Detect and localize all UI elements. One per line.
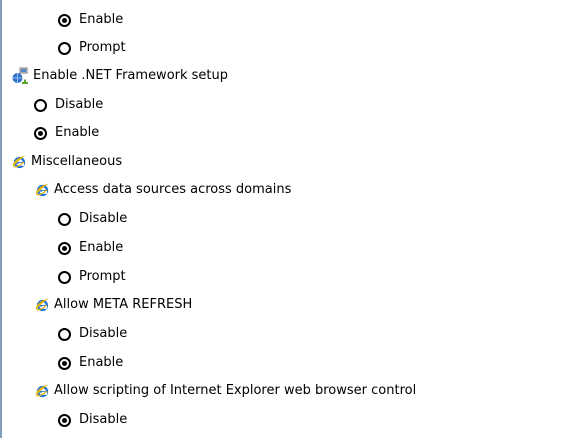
radio-unchecked-icon[interactable] bbox=[58, 212, 71, 226]
setting-group-label: Miscellaneous bbox=[31, 154, 123, 169]
radio-label: Enable bbox=[79, 355, 124, 370]
radio-option[interactable]: Prompt bbox=[58, 36, 126, 60]
radio-label: Prompt bbox=[79, 40, 126, 55]
security-settings-tree: Enable Prompt Enable .NET Framework setu… bbox=[0, 0, 569, 438]
radio-option[interactable]: Enable bbox=[58, 351, 123, 375]
radio-option[interactable]: Enable bbox=[34, 121, 99, 145]
setting-item-allow-scripting-ie-control: Allow scripting of Internet Explorer web… bbox=[34, 379, 416, 403]
radio-unchecked-icon[interactable] bbox=[58, 327, 71, 341]
radio-option[interactable]: Prompt bbox=[58, 265, 126, 289]
setting-group-label: Enable .NET Framework setup bbox=[33, 68, 229, 83]
radio-option[interactable]: Enable bbox=[58, 8, 123, 32]
radio-unchecked-icon[interactable] bbox=[34, 98, 47, 112]
radio-label: Disable bbox=[79, 412, 128, 427]
internet-explorer-icon bbox=[34, 182, 50, 198]
radio-option[interactable]: Disable bbox=[58, 322, 127, 346]
radio-unchecked-icon[interactable] bbox=[58, 270, 71, 284]
radio-option[interactable]: Enable bbox=[58, 236, 123, 260]
radio-checked-icon[interactable] bbox=[58, 241, 71, 255]
radio-label: Enable bbox=[79, 12, 124, 27]
radio-checked-icon[interactable] bbox=[34, 126, 47, 140]
setting-item-label: Allow scripting of Internet Explorer web… bbox=[54, 383, 417, 398]
internet-explorer-icon bbox=[34, 383, 50, 399]
radio-option[interactable]: Disable bbox=[58, 207, 127, 231]
radio-option[interactable]: Disable bbox=[58, 408, 127, 432]
radio-label: Enable bbox=[55, 125, 100, 140]
radio-checked-icon[interactable] bbox=[58, 413, 71, 427]
radio-checked-icon[interactable] bbox=[58, 13, 71, 27]
network-settings-icon bbox=[12, 67, 28, 84]
setting-group-miscellaneous: Miscellaneous bbox=[11, 150, 122, 174]
radio-label: Disable bbox=[55, 97, 104, 112]
radio-label: Disable bbox=[79, 211, 128, 226]
radio-checked-icon[interactable] bbox=[58, 356, 71, 370]
setting-item-label: Access data sources across domains bbox=[54, 182, 292, 197]
setting-item-allow-meta-refresh: Allow META REFRESH bbox=[34, 293, 192, 317]
setting-item-access-data-sources: Access data sources across domains bbox=[34, 178, 291, 202]
radio-unchecked-icon[interactable] bbox=[58, 41, 71, 55]
radio-option[interactable]: Disable bbox=[34, 93, 103, 117]
radio-label: Disable bbox=[79, 326, 128, 341]
radio-label: Enable bbox=[79, 240, 124, 255]
setting-group-dotnet: Enable .NET Framework setup bbox=[11, 64, 228, 88]
radio-label: Prompt bbox=[79, 269, 126, 284]
internet-explorer-icon bbox=[11, 154, 27, 170]
internet-explorer-icon bbox=[34, 297, 50, 313]
setting-item-label: Allow META REFRESH bbox=[54, 297, 193, 312]
